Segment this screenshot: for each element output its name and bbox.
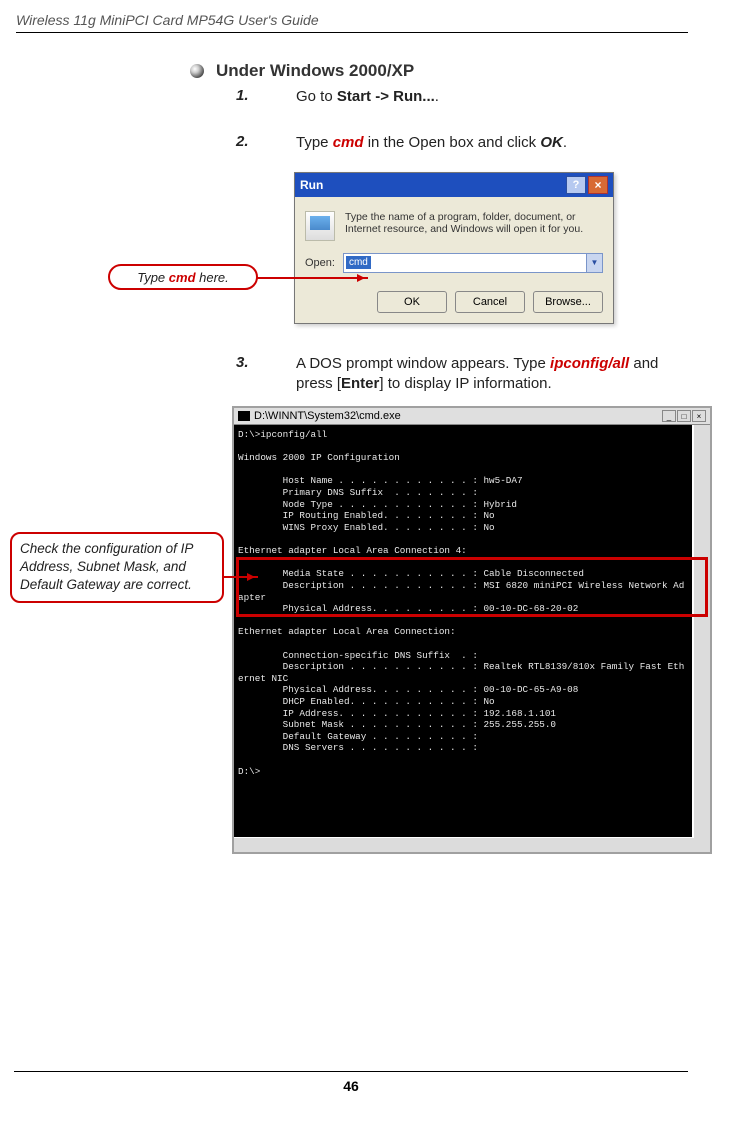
- close-icon[interactable]: ×: [692, 410, 706, 422]
- horizontal-scrollbar[interactable]: [234, 838, 710, 852]
- dos-window-title: D:\WINNT\System32\cmd.exe: [254, 410, 401, 422]
- doc-title: Wireless 11g MiniPCI Card MP54G User's G…: [16, 12, 688, 33]
- step-2-number: 2.: [236, 133, 260, 153]
- section-heading: Under Windows 2000/XP: [216, 61, 414, 81]
- page-number: 46: [14, 1071, 688, 1094]
- step-1-number: 1.: [236, 87, 260, 107]
- open-input[interactable]: cmd ▼: [343, 253, 603, 273]
- section-bullet-icon: [190, 64, 204, 78]
- terminal-icon: [238, 411, 250, 421]
- callout-arrow-icon: [222, 576, 258, 578]
- chevron-down-icon[interactable]: ▼: [586, 254, 602, 272]
- maximize-icon[interactable]: □: [677, 410, 691, 422]
- run-dialog-titlebar: Run ? ×: [295, 173, 613, 197]
- dos-window: D:\WINNT\System32\cmd.exe _ □ × D:\>ipco…: [232, 406, 712, 854]
- step-1-text: Go to Start -> Run....: [296, 87, 688, 107]
- open-label: Open:: [305, 257, 335, 269]
- callout-check-config: Check the configuration of IP Address, S…: [10, 532, 224, 603]
- run-program-icon: [305, 211, 335, 241]
- open-input-value: cmd: [346, 256, 371, 269]
- step-3-text: A DOS prompt window appears. Type ipconf…: [296, 354, 688, 395]
- callout-type-cmd: Type cmd here.: [108, 264, 258, 290]
- run-dialog: Run ? × Type the name of a program, fold…: [294, 172, 614, 324]
- close-icon[interactable]: ×: [588, 176, 608, 194]
- step-3-number: 3.: [236, 354, 260, 395]
- minimize-icon[interactable]: _: [662, 410, 676, 422]
- run-dialog-title: Run: [300, 178, 323, 192]
- help-icon[interactable]: ?: [566, 176, 586, 194]
- step-2-text: Type cmd in the Open box and click OK.: [296, 133, 688, 153]
- cancel-button[interactable]: Cancel: [455, 291, 525, 313]
- dos-highlight-box: [236, 557, 708, 617]
- run-description: Type the name of a program, folder, docu…: [345, 211, 603, 241]
- browse-button[interactable]: Browse...: [533, 291, 603, 313]
- ok-button[interactable]: OK: [377, 291, 447, 313]
- vertical-scrollbar[interactable]: [694, 425, 710, 838]
- callout-arrow-icon: [256, 277, 368, 279]
- dos-output: D:\>ipconfig/all Windows 2000 IP Configu…: [234, 425, 710, 852]
